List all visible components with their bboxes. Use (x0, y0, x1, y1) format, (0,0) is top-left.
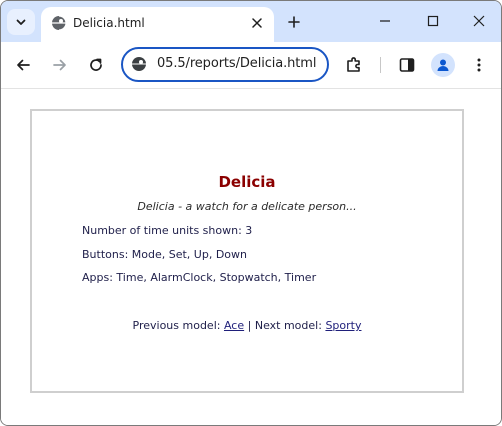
reload-icon (90, 58, 102, 71)
back-arrow-icon (17, 59, 30, 71)
more-menu-icon (477, 58, 481, 72)
forward-button[interactable] (48, 53, 72, 77)
more-menu-button[interactable] (467, 53, 491, 77)
back-button[interactable] (11, 53, 35, 77)
extensions-icon (347, 57, 360, 72)
tab-title: Delicia.html (73, 16, 145, 30)
tab-search-button[interactable] (7, 9, 35, 35)
profile-icon (437, 59, 449, 71)
minimize-icon (380, 20, 390, 22)
page-viewport: Delicia Delicia - a watch for a delicate… (1, 89, 501, 425)
page-title: Delicia (218, 173, 276, 191)
tab-strip: Delicia.html (1, 1, 501, 42)
close-icon (252, 18, 262, 28)
next-model-label: Next model: (254, 319, 322, 332)
model-navigation: Previous model: Ace | Next model: Sporty (32, 319, 462, 332)
side-panel-icon (399, 58, 415, 72)
detail-time-units: Number of time units shown: 3 (82, 224, 253, 237)
maximize-icon (427, 15, 439, 27)
previous-model-link[interactable]: Ace (224, 319, 244, 332)
forward-arrow-icon (53, 59, 66, 71)
chevron-down-icon (16, 19, 26, 25)
address-bar[interactable]: 05.5/reports/Delicia.html (121, 47, 329, 82)
tab-close-button[interactable] (248, 14, 266, 32)
content-box: Delicia Delicia - a watch for a delicate… (30, 109, 464, 393)
close-window-button[interactable] (465, 8, 493, 34)
globe-icon (52, 15, 67, 31)
toolbar: 05.5/reports/Delicia.html (1, 42, 501, 89)
detail-apps: Apps: Time, AlarmClock, Stopwatch, Timer (82, 271, 317, 284)
toolbar-separator (380, 57, 381, 73)
next-model-link[interactable]: Sporty (325, 319, 361, 332)
maximize-button[interactable] (419, 8, 447, 34)
plus-icon (288, 16, 300, 28)
site-info-icon[interactable] (131, 56, 147, 72)
reload-button[interactable] (84, 53, 108, 77)
previous-model-label: Previous model: (132, 319, 221, 332)
minimize-button[interactable] (371, 8, 399, 34)
url-text: 05.5/reports/Delicia.html (157, 56, 317, 71)
browser-window: Delicia.html 05.5/reports/Delicia.html D… (0, 0, 502, 426)
nav-separator: | (247, 319, 252, 332)
profile-button[interactable] (431, 53, 455, 77)
detail-buttons: Buttons: Mode, Set, Up, Down (82, 248, 247, 261)
page-subtitle: Delicia - a watch for a delicate person.… (137, 200, 357, 213)
new-tab-button[interactable] (283, 11, 305, 33)
extensions-button[interactable] (342, 53, 366, 77)
tab-active[interactable]: Delicia.html (41, 7, 274, 42)
close-window-icon (473, 15, 485, 27)
side-panel-button[interactable] (395, 53, 419, 77)
